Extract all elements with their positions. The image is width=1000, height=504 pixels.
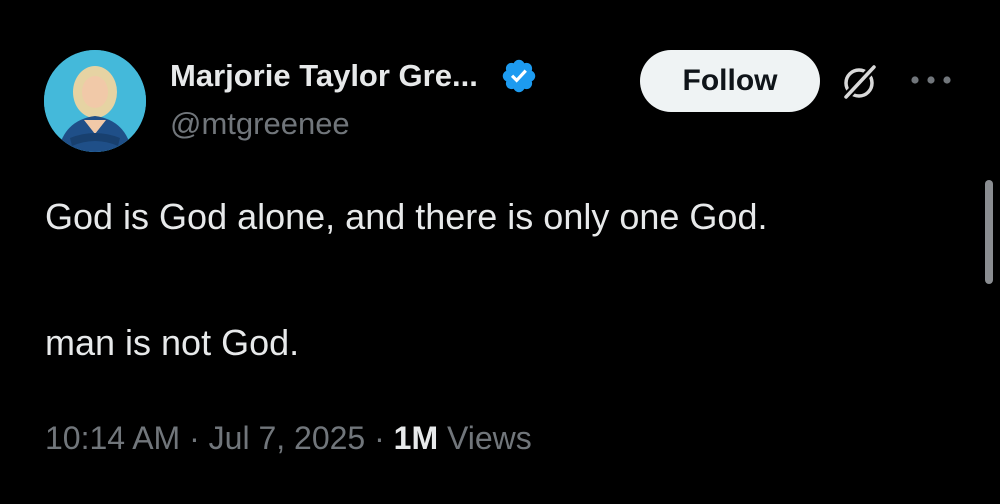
verified-badge-icon[interactable] (500, 57, 538, 95)
display-name[interactable]: Marjorie Taylor Gre... (170, 58, 478, 94)
author-handle[interactable]: @mtgreenee (170, 106, 350, 142)
avatar[interactable] (44, 50, 146, 152)
views-label: Views (446, 420, 532, 456)
meta-separator: · (374, 420, 385, 456)
tweet-date[interactable]: Jul 7, 2025 (209, 420, 366, 456)
author-row: Marjorie Taylor Gre... (170, 54, 538, 98)
tweet: Marjorie Taylor Gre... @mtgreenee Follow… (0, 0, 1000, 504)
views-count: 1M (393, 420, 439, 456)
grok-icon[interactable] (838, 60, 882, 104)
tweet-time[interactable]: 10:14 AM (45, 420, 180, 456)
more-options-icon[interactable] (906, 70, 956, 90)
meta-separator: · (189, 420, 200, 456)
scrollbar[interactable] (985, 180, 993, 284)
follow-button[interactable]: Follow (640, 50, 820, 112)
avatar-image (44, 50, 146, 152)
tweet-text-line: God is God alone, and there is only one … (45, 196, 768, 237)
tweet-text-line: man is not God. (45, 322, 300, 363)
tweet-meta: 10:14 AM · Jul 7, 2025 · 1M Views (45, 420, 532, 457)
